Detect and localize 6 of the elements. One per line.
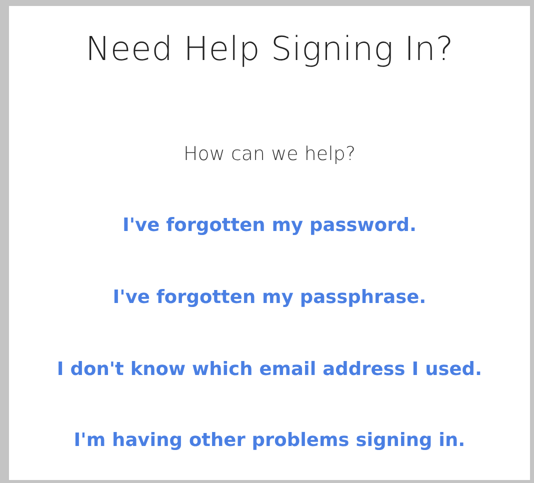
help-link[interactable]: I've forgotten my password. (122, 212, 416, 240)
help-link[interactable]: I don't know which email address I used. (56, 356, 482, 384)
help-link[interactable]: I've forgotten my passphrase. (112, 284, 426, 312)
help-prompt: How can we help? (183, 142, 356, 166)
page-title: Need Help Signing In? (85, 28, 454, 70)
help-link[interactable]: I'm having other problems signing in. (74, 427, 466, 455)
